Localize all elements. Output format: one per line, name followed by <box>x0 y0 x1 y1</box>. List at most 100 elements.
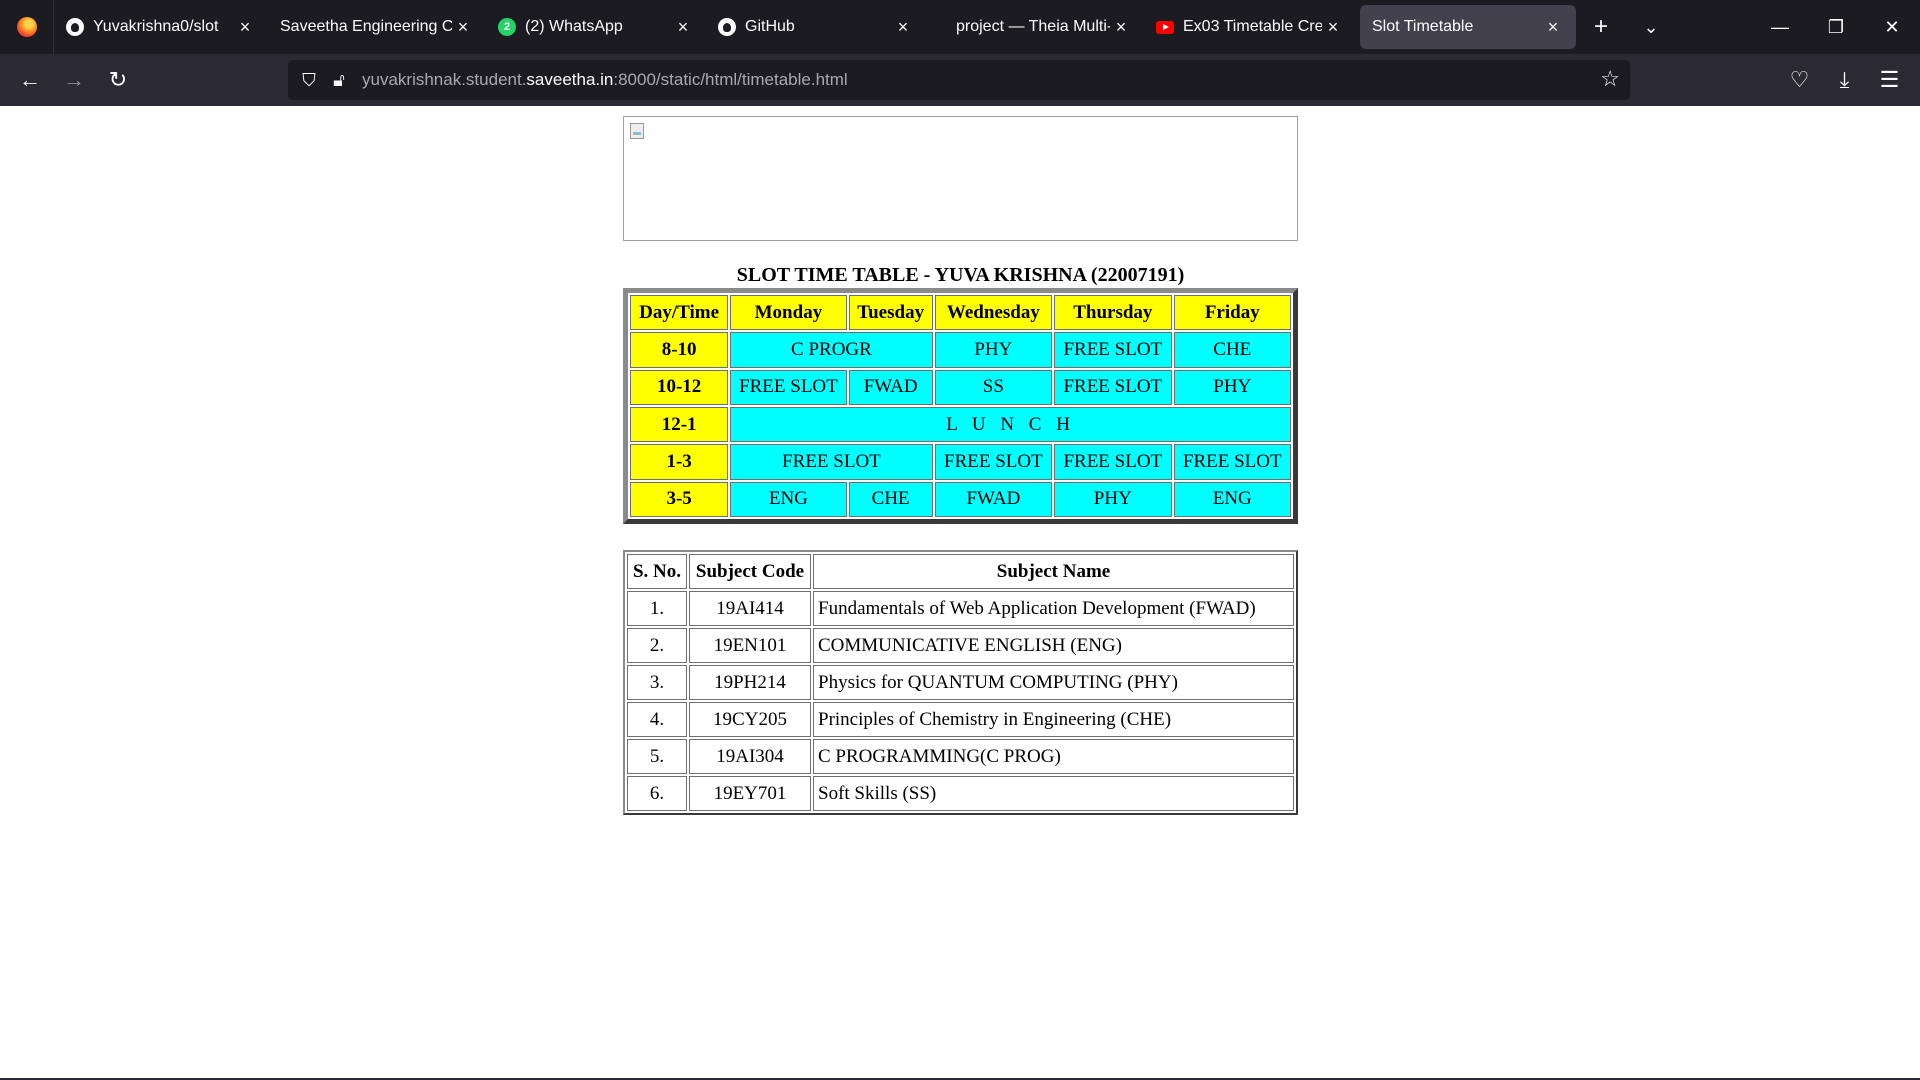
timetable-row-1-3: 1-3 FREE SLOT FREE SLOT FREE SLOT FREE S… <box>630 444 1291 480</box>
whatsapp-icon: 2 <box>498 18 516 36</box>
close-tab-icon[interactable]: × <box>672 17 694 38</box>
table-row: 6. 19EY701 Soft Skills (SS) <box>627 776 1294 811</box>
address-bar[interactable]: ⛉ 🔓︎ yuvakrishnak.student.saveetha.in:80… <box>288 60 1630 100</box>
pocket-icon[interactable]: ♡ <box>1777 60 1822 100</box>
reload-icon[interactable]: ↻ <box>96 60 140 100</box>
tab-title: project — Theia Multi-Language <box>956 18 1110 35</box>
code-cell: 19EN101 <box>689 628 811 663</box>
close-tab-icon[interactable]: × <box>892 17 914 38</box>
code-cell: 19AI304 <box>689 739 811 774</box>
name-cell: Physics for QUANTUM COMPUTING (PHY) <box>813 665 1294 700</box>
slot-timetable: Day/Time Monday Tuesday Wednesday Thursd… <box>623 288 1298 524</box>
insecure-lock-icon[interactable]: 🔓︎ <box>324 70 354 91</box>
slot-cell: PHY <box>1173 369 1291 405</box>
tab-title: GitHub <box>745 18 795 35</box>
time-cell: 10-12 <box>630 369 729 405</box>
header-tuesday: Tuesday <box>848 295 933 331</box>
tab-yuvakrishna-slot[interactable]: Yuvakrishna0/slot × <box>54 5 268 49</box>
header-thursday: Thursday <box>1054 295 1172 331</box>
slot-cell: FREE SLOT <box>934 444 1053 480</box>
list-all-tabs-chevron-icon[interactable]: ⌄ <box>1626 17 1676 38</box>
slot-cell: SS <box>934 369 1053 405</box>
slot-cell: PHY <box>934 332 1053 368</box>
firefox-logo-icon <box>16 17 37 37</box>
forward-arrow-icon[interactable]: → <box>52 60 96 100</box>
sno-cell: 2. <box>627 628 687 663</box>
window-controls: — ❐ ✕ <box>1752 0 1920 54</box>
name-cell: Fundamentals of Web Application Developm… <box>813 591 1294 626</box>
sno-cell: 4. <box>627 702 687 737</box>
tracking-shield-icon[interactable]: ⛉ <box>294 70 324 91</box>
tab-title: (2) WhatsApp <box>525 18 623 35</box>
hamburger-menu-icon[interactable]: ☰ <box>1867 60 1912 100</box>
header-day-time: Day/Time <box>630 295 729 331</box>
minimize-icon[interactable]: — <box>1752 0 1808 54</box>
sno-cell: 1. <box>627 591 687 626</box>
timetable-header-row: Day/Time Monday Tuesday Wednesday Thursd… <box>630 295 1291 331</box>
tab-title: Saveetha Engineering College <box>280 18 452 35</box>
code-cell: 19EY701 <box>689 776 811 811</box>
slot-cell: C PROGR <box>730 332 933 368</box>
broken-image-icon <box>630 123 644 139</box>
firefox-menu[interactable] <box>0 0 54 54</box>
lunch-cell: L U N C H <box>730 406 1291 443</box>
slot-cell: FREE SLOT <box>1054 369 1172 405</box>
table-row: 3. 19PH214 Physics for QUANTUM COMPUTING… <box>627 665 1294 700</box>
github-icon <box>718 18 736 36</box>
close-tab-icon[interactable]: × <box>234 17 256 38</box>
tab-theia-project[interactable]: project — Theia Multi-Language × <box>926 5 1144 49</box>
name-cell: Principles of Chemistry in Engineering (… <box>813 702 1294 737</box>
table-row: 4. 19CY205 Principles of Chemistry in En… <box>627 702 1294 737</box>
slot-cell: CHE <box>1173 332 1291 368</box>
sno-cell: 3. <box>627 665 687 700</box>
tab-slot-timetable[interactable]: Slot Timetable × <box>1360 5 1576 49</box>
close-tab-icon[interactable]: × <box>1110 17 1132 38</box>
code-cell: 19AI414 <box>689 591 811 626</box>
tab-title: Slot Timetable <box>1372 18 1474 35</box>
close-window-icon[interactable]: ✕ <box>1864 0 1920 54</box>
tab-github[interactable]: GitHub × <box>706 5 926 49</box>
header-friday: Friday <box>1173 295 1291 331</box>
header-subject-code: Subject Code <box>689 554 811 589</box>
toolbar-right: ♡ ⤓ ☰ <box>1777 54 1920 106</box>
timetable-row-10-12: 10-12 FREE SLOT FWAD SS FREE SLOT PHY <box>630 369 1291 405</box>
time-cell: 1-3 <box>630 444 729 480</box>
slot-cell: FREE SLOT <box>1173 444 1291 480</box>
subjects-table: S. No. Subject Code Subject Name 1. 19AI… <box>623 550 1298 815</box>
github-icon <box>66 18 84 36</box>
slot-cell: ENG <box>1173 481 1291 517</box>
name-cell: C PROGRAMMING(C PROG) <box>813 739 1294 774</box>
close-tab-icon[interactable]: × <box>1542 17 1564 38</box>
sno-cell: 6. <box>627 776 687 811</box>
timetable-row-12-1: 12-1 L U N C H <box>630 406 1291 443</box>
sno-cell: 5. <box>627 739 687 774</box>
tab-whatsapp[interactable]: 2 (2) WhatsApp × <box>486 5 706 49</box>
timetable-row-8-10: 8-10 C PROGR PHY FREE SLOT CHE <box>630 332 1291 368</box>
slot-cell: FREE SLOT <box>1054 444 1172 480</box>
time-cell: 3-5 <box>630 481 729 517</box>
tab-saveetha-engineering[interactable]: Saveetha Engineering College × <box>268 5 486 49</box>
downloads-icon[interactable]: ⤓ <box>1822 60 1867 100</box>
tab-youtube-ex03[interactable]: Ex03 Timetable Creation × <box>1144 5 1356 49</box>
back-arrow-icon[interactable]: ← <box>8 60 52 100</box>
header-monday: Monday <box>730 295 847 331</box>
slot-cell: PHY <box>1054 481 1172 517</box>
navigation-toolbar: ← → ↻ ⛉ 🔓︎ yuvakrishnak.student.saveetha… <box>0 54 1920 106</box>
time-cell: 8-10 <box>630 332 729 368</box>
youtube-icon <box>1156 18 1174 36</box>
close-tab-icon[interactable]: × <box>452 17 474 38</box>
bookmark-star-icon[interactable]: ☆ <box>1600 66 1620 92</box>
table-row: 1. 19AI414 Fundamentals of Web Applicati… <box>627 591 1294 626</box>
name-cell: COMMUNICATIVE ENGLISH (ENG) <box>813 628 1294 663</box>
slot-cell: FWAD <box>934 481 1053 517</box>
close-tab-icon[interactable]: × <box>1322 17 1344 38</box>
slot-cell: FWAD <box>848 369 933 405</box>
broken-image-placeholder <box>623 116 1298 241</box>
page-content: SLOT TIME TABLE - YUVA KRISHNA (22007191… <box>0 106 1920 1078</box>
code-cell: 19PH214 <box>689 665 811 700</box>
url-text[interactable]: yuvakrishnak.student.saveetha.in:8000/st… <box>362 70 848 90</box>
slot-cell: FREE SLOT <box>730 444 933 480</box>
tab-list: Yuvakrishna0/slot × Saveetha Engineering… <box>54 0 1576 54</box>
restore-icon[interactable]: ❐ <box>1808 0 1864 54</box>
new-tab-plus-icon[interactable]: + <box>1576 13 1626 41</box>
